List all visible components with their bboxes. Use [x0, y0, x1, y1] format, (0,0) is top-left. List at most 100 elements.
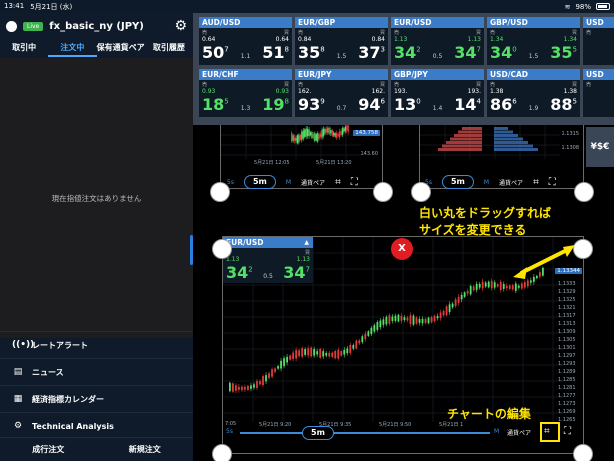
gear-icon[interactable]: ⚙: [174, 18, 187, 34]
edit-chart-icon[interactable]: ⌗: [335, 177, 341, 188]
tab-holdings[interactable]: 保有通貨ペア: [97, 39, 145, 57]
buy-price[interactable]: 518: [262, 43, 289, 62]
candle: [385, 316, 388, 325]
candle: [343, 128, 345, 133]
candle: [487, 281, 490, 288]
rate-tile[interactable]: GBP/JPY 売買 193. 193. 130 1.4 144: [391, 69, 484, 117]
resize-handle[interactable]: [411, 182, 431, 202]
pair-label[interactable]: EUR/USD ▲: [223, 237, 313, 248]
order-buttons: 成行注文 新規注文: [0, 437, 193, 461]
menu-economic-calendar[interactable]: ▦ 経済指標カレンダー: [0, 385, 193, 412]
candle: [349, 344, 352, 354]
candle: [493, 282, 496, 288]
resize-handle[interactable]: [574, 182, 594, 202]
candle: [244, 386, 246, 390]
rate-tile[interactable]: EUR/CHF 売買 0.93 0.93 185 1.3 198: [199, 69, 292, 117]
currency-pair-button[interactable]: 通貨ペア: [499, 178, 523, 187]
candle: [337, 134, 339, 137]
timeframe-slider-track[interactable]: [240, 432, 490, 434]
sidebar: Live fx_basic_ny (JPY) ⚙ 取引中 注文中 保有通貨ペア …: [0, 13, 193, 461]
candle: [283, 358, 285, 366]
buy-volume-bar: [494, 148, 538, 151]
sell-volume-bar: [442, 144, 482, 148]
spread: 1.4: [432, 105, 443, 112]
status-time: 13:41: [4, 1, 25, 10]
rate-tile[interactable]: USD売買0.215: [583, 17, 614, 65]
tab-history[interactable]: 取引履歴: [145, 39, 193, 57]
currency-pair-button[interactable]: 通貨ペア: [507, 428, 531, 437]
new-order-button[interactable]: 新規注文: [97, 438, 194, 461]
buy-price[interactable]: 347: [454, 43, 481, 62]
currency-switch-button[interactable]: ¥$€: [586, 127, 614, 167]
sell-volume-bar: [462, 127, 482, 130]
spread: 0.7: [336, 105, 347, 112]
sell-price[interactable]: 130: [394, 95, 421, 114]
candle: [520, 283, 523, 289]
user-icon[interactable]: [6, 20, 17, 32]
candle: [511, 285, 514, 290]
menu-rate-alert[interactable]: ((•)) レートアラート: [0, 331, 193, 358]
sell-price[interactable]: 866: [490, 95, 517, 114]
timeframe-selector[interactable]: 5m: [441, 175, 474, 189]
candle: [301, 348, 304, 357]
market-order-button[interactable]: 成行注文: [0, 438, 97, 461]
sell-price[interactable]: 939: [298, 95, 325, 114]
fullscreen-icon[interactable]: ⛶: [351, 177, 358, 188]
tab-orders[interactable]: 注文中: [48, 39, 97, 57]
pair-name: USD/CAD: [487, 69, 580, 80]
spread: 0.5: [432, 53, 443, 60]
candle: [330, 130, 332, 134]
buy-price[interactable]: 946: [358, 95, 385, 114]
rate-tile[interactable]: USD/CAD 売買 1.38 1.38 866 1.9 885: [487, 69, 580, 117]
menu-technical-analysis[interactable]: ⚙ Technical Analysis: [0, 412, 193, 439]
rate-tile[interactable]: EUR/GBP 売買 0.84 0.84 358 1.5 373: [295, 17, 388, 65]
buy-price[interactable]: 373: [358, 43, 385, 62]
buy-price[interactable]: 885: [550, 95, 577, 114]
candle: [508, 285, 511, 289]
menu-news[interactable]: ▤ ニュース: [0, 358, 193, 385]
buy-prefix: 1.13: [296, 256, 310, 263]
buy-price[interactable]: 347: [283, 263, 310, 282]
buy-label: 買: [475, 30, 481, 36]
rate-tile[interactable]: GBP/USD 売買 1.34 1.34 340 1.5 355: [487, 17, 580, 65]
tab-positions[interactable]: 取引中: [0, 39, 48, 57]
price-tick: 1.1273: [558, 401, 576, 407]
candle: [327, 127, 329, 133]
timeframe-selector[interactable]: 5m: [302, 426, 334, 440]
rate-tile[interactable]: AUD/USD 売買 0.64 0.64 507 1.1 518: [199, 17, 292, 65]
sell-price[interactable]: 342: [226, 263, 253, 282]
candle: [523, 282, 526, 288]
rate-tile[interactable]: EUR/JPY 売買 162. 162. 939 0.7 946: [295, 69, 388, 117]
pair-name: GBP/JPY: [391, 69, 484, 80]
buy-price[interactable]: 198: [262, 95, 289, 114]
time-tick: 5月21日 12:05: [254, 160, 290, 166]
timeframe-selector[interactable]: 5m: [243, 175, 276, 189]
rate-tile[interactable]: EUR/USD 売買 1.13 1.13 342 0.5 347: [391, 17, 484, 65]
buy-price[interactable]: 355: [550, 43, 577, 62]
sell-price[interactable]: 507: [202, 43, 229, 62]
rate-tile[interactable]: USD売買1.83: [583, 69, 614, 117]
timeframe-max-label: M: [483, 178, 490, 186]
spread: 1.1: [240, 53, 251, 60]
resize-handle[interactable]: [573, 444, 593, 461]
buy-price[interactable]: 144: [454, 95, 481, 114]
sell-label: 売: [394, 30, 400, 36]
account-name[interactable]: fx_basic_ny (JPY): [49, 21, 144, 32]
candle: [340, 131, 342, 135]
currency-pair-button[interactable]: 通貨ペア: [301, 178, 325, 187]
resize-handle[interactable]: [212, 239, 232, 259]
resize-handle[interactable]: [212, 444, 232, 461]
candle: [427, 317, 430, 324]
close-chart-button[interactable]: X: [391, 238, 413, 260]
candle: [334, 351, 337, 359]
resize-handle[interactable]: [210, 182, 230, 202]
fullscreen-icon[interactable]: ⛶: [549, 177, 556, 188]
fullscreen-icon[interactable]: ⛶: [564, 426, 571, 437]
sell-price[interactable]: 185: [202, 95, 229, 114]
edit-chart-icon[interactable]: ⌗: [533, 177, 539, 188]
resize-handle[interactable]: [373, 182, 393, 202]
pair-name: EUR/CHF: [199, 69, 292, 80]
sell-price[interactable]: 340: [490, 43, 517, 62]
sell-price[interactable]: 358: [298, 43, 325, 62]
sell-price[interactable]: 342: [394, 43, 421, 62]
